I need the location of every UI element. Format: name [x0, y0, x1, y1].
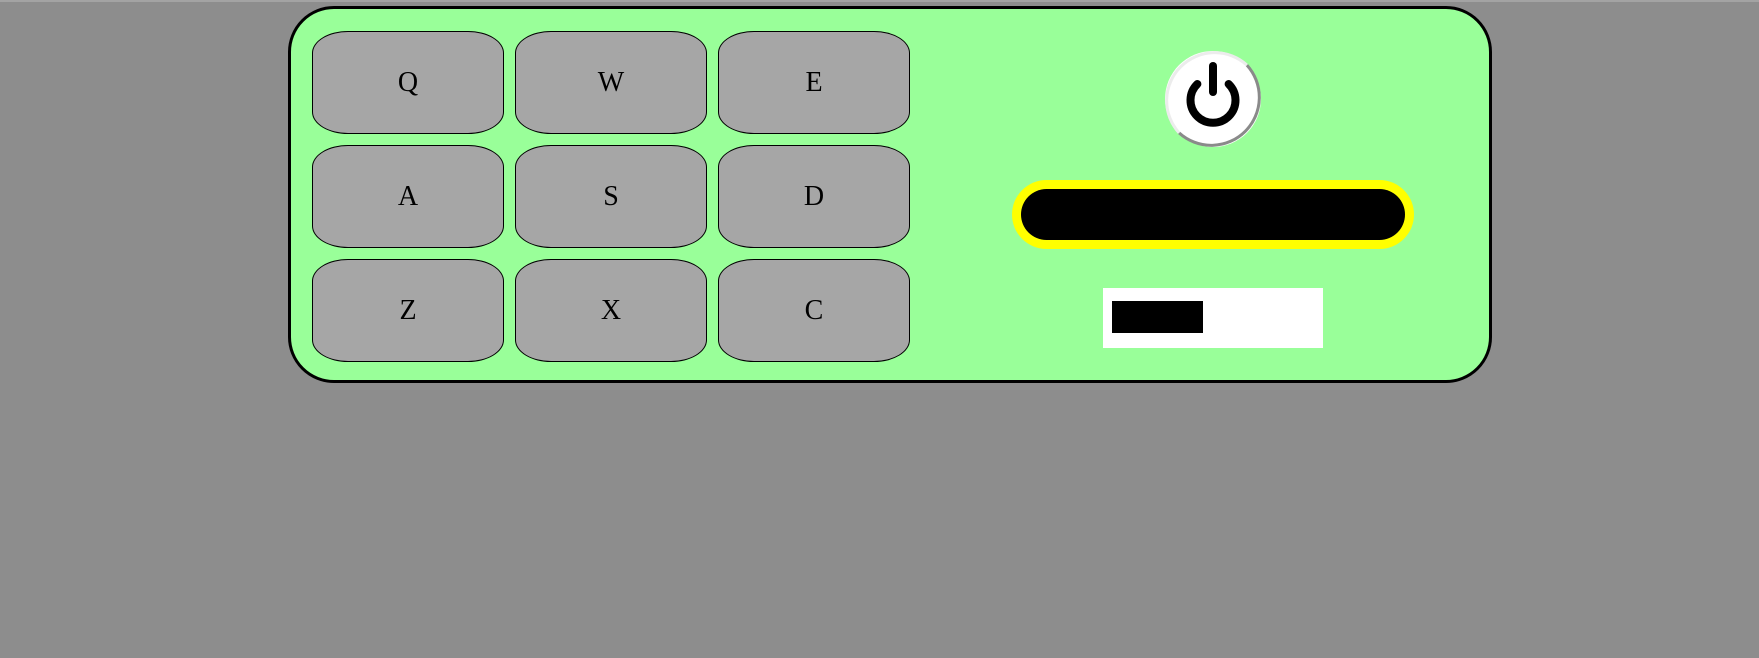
- power-icon: [1165, 51, 1261, 147]
- key-d[interactable]: D: [718, 145, 910, 248]
- level-indicator: [1103, 288, 1323, 348]
- display-screen: [1021, 189, 1405, 240]
- level-indicator-fill: [1112, 301, 1203, 333]
- display-bar: [1012, 180, 1414, 249]
- screen-background: { "colors": { "background": "#8d8d8d", "…: [0, 0, 1759, 658]
- control-panel: Q W E A S D Z X C: [288, 6, 1492, 383]
- power-button[interactable]: [1163, 49, 1263, 149]
- key-q[interactable]: Q: [312, 31, 504, 134]
- key-z[interactable]: Z: [312, 259, 504, 362]
- key-e[interactable]: E: [718, 31, 910, 134]
- key-a[interactable]: A: [312, 145, 504, 248]
- key-x[interactable]: X: [515, 259, 707, 362]
- key-c[interactable]: C: [718, 259, 910, 362]
- top-edge-strip: [0, 0, 1759, 2]
- key-s[interactable]: S: [515, 145, 707, 248]
- keypad: Q W E A S D Z X C: [312, 31, 913, 362]
- key-w[interactable]: W: [515, 31, 707, 134]
